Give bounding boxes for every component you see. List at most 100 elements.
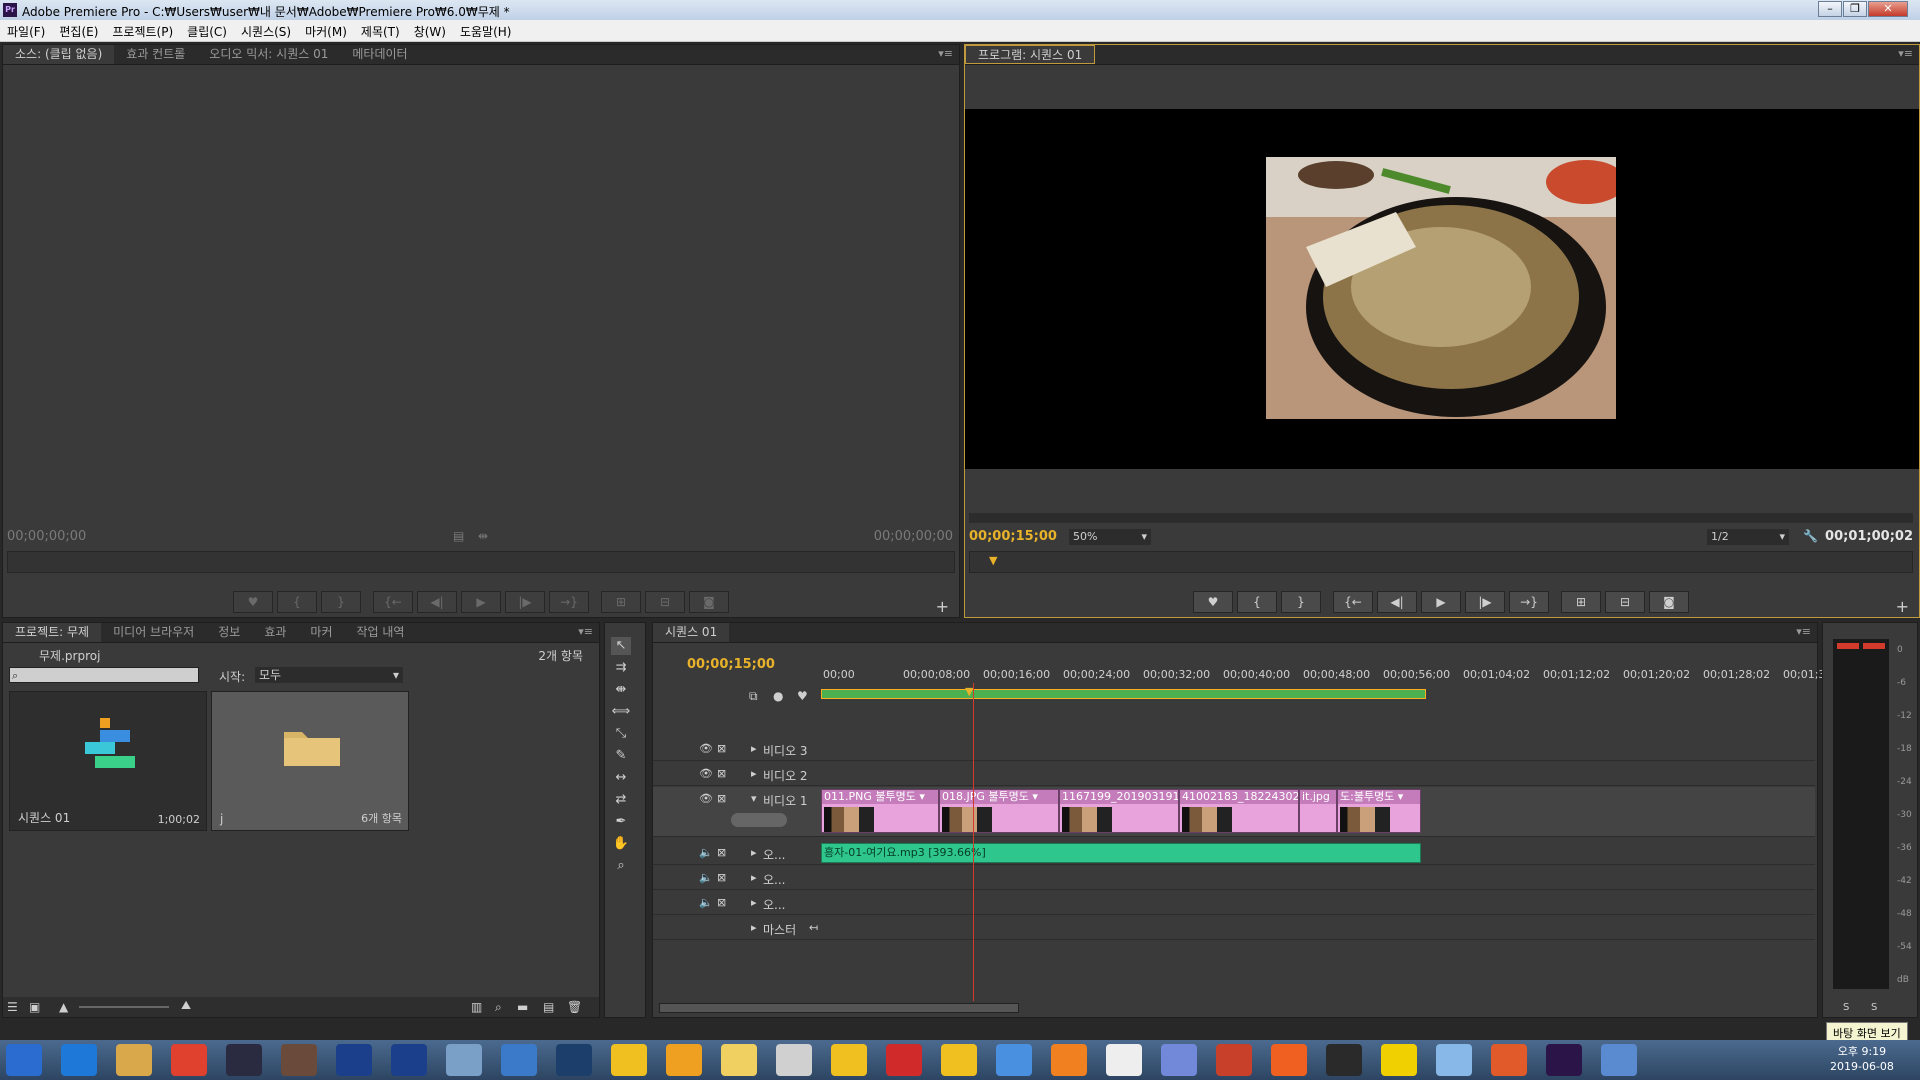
automate-icon[interactable]: ▥	[471, 1000, 482, 1014]
add-marker-button[interactable]: ♥	[1193, 591, 1233, 613]
find-icon[interactable]: ⌕	[495, 1000, 502, 1015]
chat-taskbar-icon[interactable]	[941, 1044, 977, 1076]
project-search-input[interactable]: ⌕	[9, 667, 199, 683]
menu-title[interactable]: 제목(T)	[354, 20, 407, 40]
file-taskbar-icon[interactable]	[1436, 1044, 1472, 1076]
game-taskbar-icon[interactable]	[1491, 1044, 1527, 1076]
one-taskbar-icon[interactable]	[501, 1044, 537, 1076]
maximize-button[interactable]: ❐	[1843, 1, 1867, 17]
solo-left-button[interactable]: S	[1843, 1002, 1849, 1013]
tab-source[interactable]: 소스: (클립 없음)	[3, 45, 115, 64]
close-button[interactable]: ✕	[1868, 1, 1908, 17]
slip-tool-icon[interactable]: ↔	[611, 769, 631, 787]
play-button[interactable]: ▶	[1421, 591, 1461, 613]
alien-taskbar-icon[interactable]	[1106, 1044, 1142, 1076]
explorer-taskbar-icon[interactable]	[116, 1044, 152, 1076]
video-clip[interactable]: it.jpg	[1299, 789, 1337, 833]
ie-taskbar-icon[interactable]	[61, 1044, 97, 1076]
step-back-button[interactable]: ◀|	[417, 591, 457, 613]
video-clip[interactable]: 1167199_201903191	[1059, 789, 1179, 833]
lock-icon[interactable]: ⊠	[717, 846, 726, 859]
overwrite-button[interactable]: ⊟	[645, 591, 685, 613]
button-editor-icon[interactable]: +	[1896, 597, 1909, 616]
step-forward-button[interactable]: |▶	[505, 591, 545, 613]
note-taskbar-icon[interactable]	[721, 1044, 757, 1076]
eye-icon[interactable]: 👁	[699, 742, 713, 755]
timeline-horizontal-scrollbar[interactable]	[659, 1003, 1019, 1013]
program-scrollbar[interactable]	[969, 513, 1913, 523]
menu-sequence[interactable]: 시퀀스(S)	[234, 20, 298, 40]
add-marker-icon[interactable]: ♥	[797, 689, 808, 703]
search-taskbar-icon[interactable]	[1051, 1044, 1087, 1076]
tab-info[interactable]: 정보	[206, 623, 252, 642]
tab-media-browser[interactable]: 미디어 브라우저	[101, 623, 206, 642]
audio-clip[interactable]: 흥자-01-여기요.mp3 [393.66%]	[821, 843, 1421, 863]
yb-taskbar-icon[interactable]	[886, 1044, 922, 1076]
video-clip[interactable]: 011.PNG 불투명도 ▾	[821, 789, 939, 833]
zoom-select[interactable]: 50% ▾	[1069, 529, 1151, 545]
export-frame-button[interactable]: ◙	[689, 591, 729, 613]
goto-in-button[interactable]: {←	[1333, 591, 1373, 613]
tab-audio-mixer[interactable]: 오디오 믹서: 시퀀스 01	[197, 45, 340, 64]
work-area-bar[interactable]	[821, 689, 1426, 699]
expand-icon[interactable]: ▸	[751, 767, 757, 780]
photoshop2-taskbar-icon[interactable]	[391, 1044, 427, 1076]
menu-project[interactable]: 프로젝트(P)	[105, 20, 180, 40]
premiere-taskbar-icon[interactable]	[1546, 1044, 1582, 1076]
tab-program[interactable]: 프로그램: 시퀀스 01	[965, 45, 1096, 64]
speaker-icon[interactable]: 🔈	[699, 846, 713, 859]
photoshop-taskbar-icon[interactable]	[336, 1044, 372, 1076]
tab-effects[interactable]: 효과	[252, 623, 298, 642]
start-taskbar-icon[interactable]	[6, 1044, 42, 1076]
tab-history[interactable]: 작업 내역	[345, 623, 417, 642]
kakaopotplayer-taskbar-icon[interactable]	[611, 1044, 647, 1076]
menu-marker[interactable]: 마커(M)	[298, 20, 354, 40]
button-editor-icon[interactable]: +	[936, 597, 949, 616]
chrome-taskbar-icon[interactable]	[171, 1044, 207, 1076]
panel-menu-icon[interactable]: ▾≡	[1796, 625, 1811, 638]
lift-button[interactable]: ⊞	[1561, 591, 1601, 613]
step-forward-button[interactable]: |▶	[1465, 591, 1505, 613]
keyframe-toggle[interactable]	[731, 813, 787, 827]
step-back-button[interactable]: ◀|	[1377, 591, 1417, 613]
panel-menu-icon[interactable]: ▾≡	[1898, 47, 1913, 60]
expand-icon[interactable]: ▸	[751, 871, 757, 884]
tab-metadata[interactable]: 메타데이터	[340, 45, 419, 64]
clip-indicator-right[interactable]	[1863, 643, 1885, 649]
snap-icon[interactable]: ⧉	[749, 689, 758, 704]
ripple-edit-tool-icon[interactable]: ⇼	[611, 681, 631, 699]
in-select[interactable]: 모두 ▾	[255, 667, 403, 683]
timeline-ruler[interactable]: 00;00 00;00;08;00 00;00;16;00 00;00;24;00 00…	[821, 663, 1850, 701]
add-marker-button[interactable]: ♥	[233, 591, 273, 613]
timeline-current-time[interactable]: 00;00;15;00	[687, 657, 775, 672]
zoom-tool-icon[interactable]: ⌕	[611, 857, 631, 875]
eye-icon[interactable]: 👁	[699, 767, 713, 780]
lock-icon[interactable]: ⊠	[717, 896, 726, 909]
drag-video-icon[interactable]: ▤	[453, 529, 464, 543]
source-time-ruler[interactable]	[7, 551, 955, 573]
resolution-select[interactable]: 1/2 ▾	[1707, 529, 1789, 545]
insert-button[interactable]: ⊞	[601, 591, 641, 613]
lock-icon[interactable]: ⊠	[717, 767, 726, 780]
menu-help[interactable]: 도움말(H)	[453, 20, 519, 40]
discord-taskbar-icon[interactable]	[1161, 1044, 1197, 1076]
gi-taskbar-icon[interactable]	[1326, 1044, 1362, 1076]
razor-tool-icon[interactable]: ✎	[611, 747, 631, 765]
lock-icon[interactable]: ⊠	[717, 792, 726, 805]
set-encore-marker-icon[interactable]: ●	[773, 689, 783, 703]
rolling-edit-tool-icon[interactable]: ⟺	[611, 703, 631, 721]
export-frame-button[interactable]: ◙	[1649, 591, 1689, 613]
drag-audio-icon[interactable]: ⇹	[478, 529, 488, 543]
goto-in-button[interactable]: {←	[373, 591, 413, 613]
camera-taskbar-icon[interactable]	[281, 1044, 317, 1076]
zoom-in-icon[interactable]: ⛰	[181, 998, 191, 1013]
lock-icon[interactable]: ⊠	[717, 871, 726, 884]
track-select-tool-icon[interactable]: ⇉	[611, 659, 631, 677]
zoom-out-icon[interactable]: ▲	[59, 1000, 68, 1014]
scissors-taskbar-icon[interactable]	[776, 1044, 812, 1076]
mark-out-button[interactable]: }	[321, 591, 361, 613]
mark-in-button[interactable]: {	[277, 591, 317, 613]
program-time-ruler[interactable]: ▼	[969, 551, 1913, 573]
eye-icon[interactable]: 👁	[699, 792, 713, 805]
panel-menu-icon[interactable]: ▾≡	[578, 625, 593, 638]
